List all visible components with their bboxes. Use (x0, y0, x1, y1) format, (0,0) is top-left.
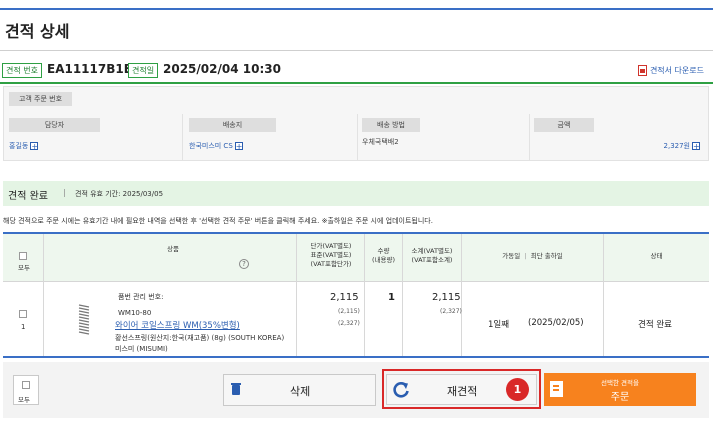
column-divider (357, 114, 358, 160)
top-rule (0, 8, 713, 10)
vat-unit-price: (2,327) (338, 320, 360, 327)
status-text: 견적 완료 (8, 191, 48, 202)
column-divider (182, 114, 183, 160)
earliest-ship-header: 최단 출하일 (530, 252, 563, 260)
order-selected-button[interactable]: 선택한 견적을 주문 (544, 373, 696, 406)
shipping-method-label: 배송 방법 (362, 118, 420, 132)
part-number: WM10-80 (118, 309, 152, 317)
mgmt-number-label: 품번 관리 번호: (118, 293, 164, 301)
column-divider (296, 234, 297, 356)
plus-icon[interactable]: + (30, 142, 39, 151)
ship-to-value[interactable]: 한국미스미 CS + (189, 141, 243, 151)
select-all-checkbox[interactable] (19, 252, 27, 260)
refresh-icon (393, 382, 409, 398)
order-button-line2: 주문 (610, 392, 630, 403)
unit-price-header-line: (VAT포함단가) (310, 260, 352, 268)
spring-product-image (78, 304, 90, 335)
delete-button[interactable]: 삭제 (223, 374, 376, 406)
quote-download-link[interactable]: 견적서 다운로드 (637, 65, 704, 76)
quantity-header-line: 수량 (377, 247, 390, 255)
order-notice: 해당 견적으로 주문 시에는 유효기간 내에 필요한 내역을 선택한 후 '선택… (3, 217, 433, 225)
manager-label: 담당자 (9, 118, 100, 132)
ship-to-label: 배송지 (189, 118, 276, 132)
bottom-select-all[interactable]: 모두 (13, 375, 39, 405)
unit-price-header: 단가(VAT별도) 표준(VAT별도) (VAT포함단가) (299, 242, 363, 269)
quote-number-badge: 견적 번호 (2, 63, 42, 78)
product-maker: 미스미 (MISUMI) (115, 345, 168, 353)
quote-header: 견적 번호 EA11117B1E 견적일 2025/02/04 10:30 견적… (0, 59, 713, 83)
shipping-method-value: 우체국택배2 (362, 138, 399, 146)
product-name-link[interactable]: 와이어 코일스프링 WM(35%변형) (115, 319, 240, 331)
ship-date-header: 가동일 | 최단 출하일 (462, 252, 603, 261)
amount-value[interactable]: 2,327원 + (664, 141, 700, 151)
unit-price-header-line: 단가(VAT별도) (310, 242, 352, 250)
quote-status-bar: 견적 완료 | 견적 유효 기간: 2025/03/05 (3, 181, 709, 206)
quantity-header-line: (내용량) (371, 256, 395, 264)
status-header: 상태 (650, 252, 663, 260)
requote-label: 재견적 (447, 385, 478, 398)
bottom-select-all-checkbox[interactable] (22, 381, 30, 389)
help-icon[interactable]: ? (239, 259, 249, 269)
subtotal-vat: (2,327) (440, 308, 462, 315)
plus-icon[interactable]: + (692, 142, 700, 151)
order-info-panel: 고객 주문 번호 담당자 홍길동 + 배송지 한국미스미 CS + 배송 방법 … (3, 86, 709, 161)
quote-date: 2025/02/04 10:30 (163, 62, 281, 76)
status-separator: | (63, 188, 66, 197)
customer-order-label: 고객 주문 번호 (9, 92, 72, 106)
earliest-ship-date: (2025/02/05) (528, 318, 584, 328)
subtotal: 2,115 (432, 292, 461, 303)
select-all-label: 모두 (18, 264, 30, 272)
unit-price-header-line: 표준(VAT별도) (310, 251, 352, 259)
operating-days: 1일째 (488, 320, 510, 330)
unit-price: 2,115 (330, 292, 359, 303)
subtotal-header: 소계(VAT별도) (VAT포함소계) (403, 247, 461, 265)
plus-icon[interactable]: + (234, 142, 243, 151)
pdf-icon (637, 65, 647, 76)
step-marker: 1 (506, 378, 529, 401)
manager-name: 홍길동 (9, 142, 29, 150)
quote-items-table: 모두 상품 ? 단가(VAT별도) 표준(VAT별도) (VAT포함단가) 수량… (3, 232, 709, 358)
quote-number: EA11117B1E (47, 62, 132, 76)
delete-label: 삭제 (290, 385, 311, 398)
product-header: 상품 (167, 245, 179, 253)
page-title: 견적 상세 (5, 22, 70, 41)
ship-days-header: 가동일 (502, 252, 521, 260)
trash-icon (231, 383, 241, 395)
ship-header-separator: | (524, 252, 527, 260)
amount: 2,327원 (663, 142, 690, 150)
quantity-header: 수량 (내용량) (365, 247, 402, 265)
column-divider (43, 234, 44, 356)
green-divider (0, 82, 713, 84)
product-maker-line: 황선스프링(원산지:한국(재고품) (8g) (SOUTH KOREA) (115, 334, 285, 342)
bottom-select-all-label: 모두 (18, 396, 30, 404)
subtotal-header-line: 소계(VAT별도) (411, 247, 453, 255)
row-index: 1 (21, 323, 26, 331)
ship-to-name: 한국미스미 CS (189, 142, 233, 150)
order-button-line1: 선택한 견적을 (601, 379, 639, 387)
row-status: 견적 완료 (638, 320, 672, 330)
subtotal-header-line: (VAT포함소계) (411, 256, 453, 264)
validity-period: 견적 유효 기간: 2025/03/05 (75, 190, 164, 198)
row-checkbox[interactable] (19, 310, 27, 318)
amount-label: 금액 (534, 118, 594, 132)
download-label: 견적서 다운로드 (649, 66, 704, 75)
standard-price: (2,115) (338, 308, 360, 315)
quote-date-badge: 견적일 (128, 63, 159, 78)
manager-value[interactable]: 홍길동 + (9, 141, 39, 151)
quantity: 1 (388, 292, 395, 303)
title-divider (0, 50, 713, 51)
column-divider (529, 114, 530, 160)
